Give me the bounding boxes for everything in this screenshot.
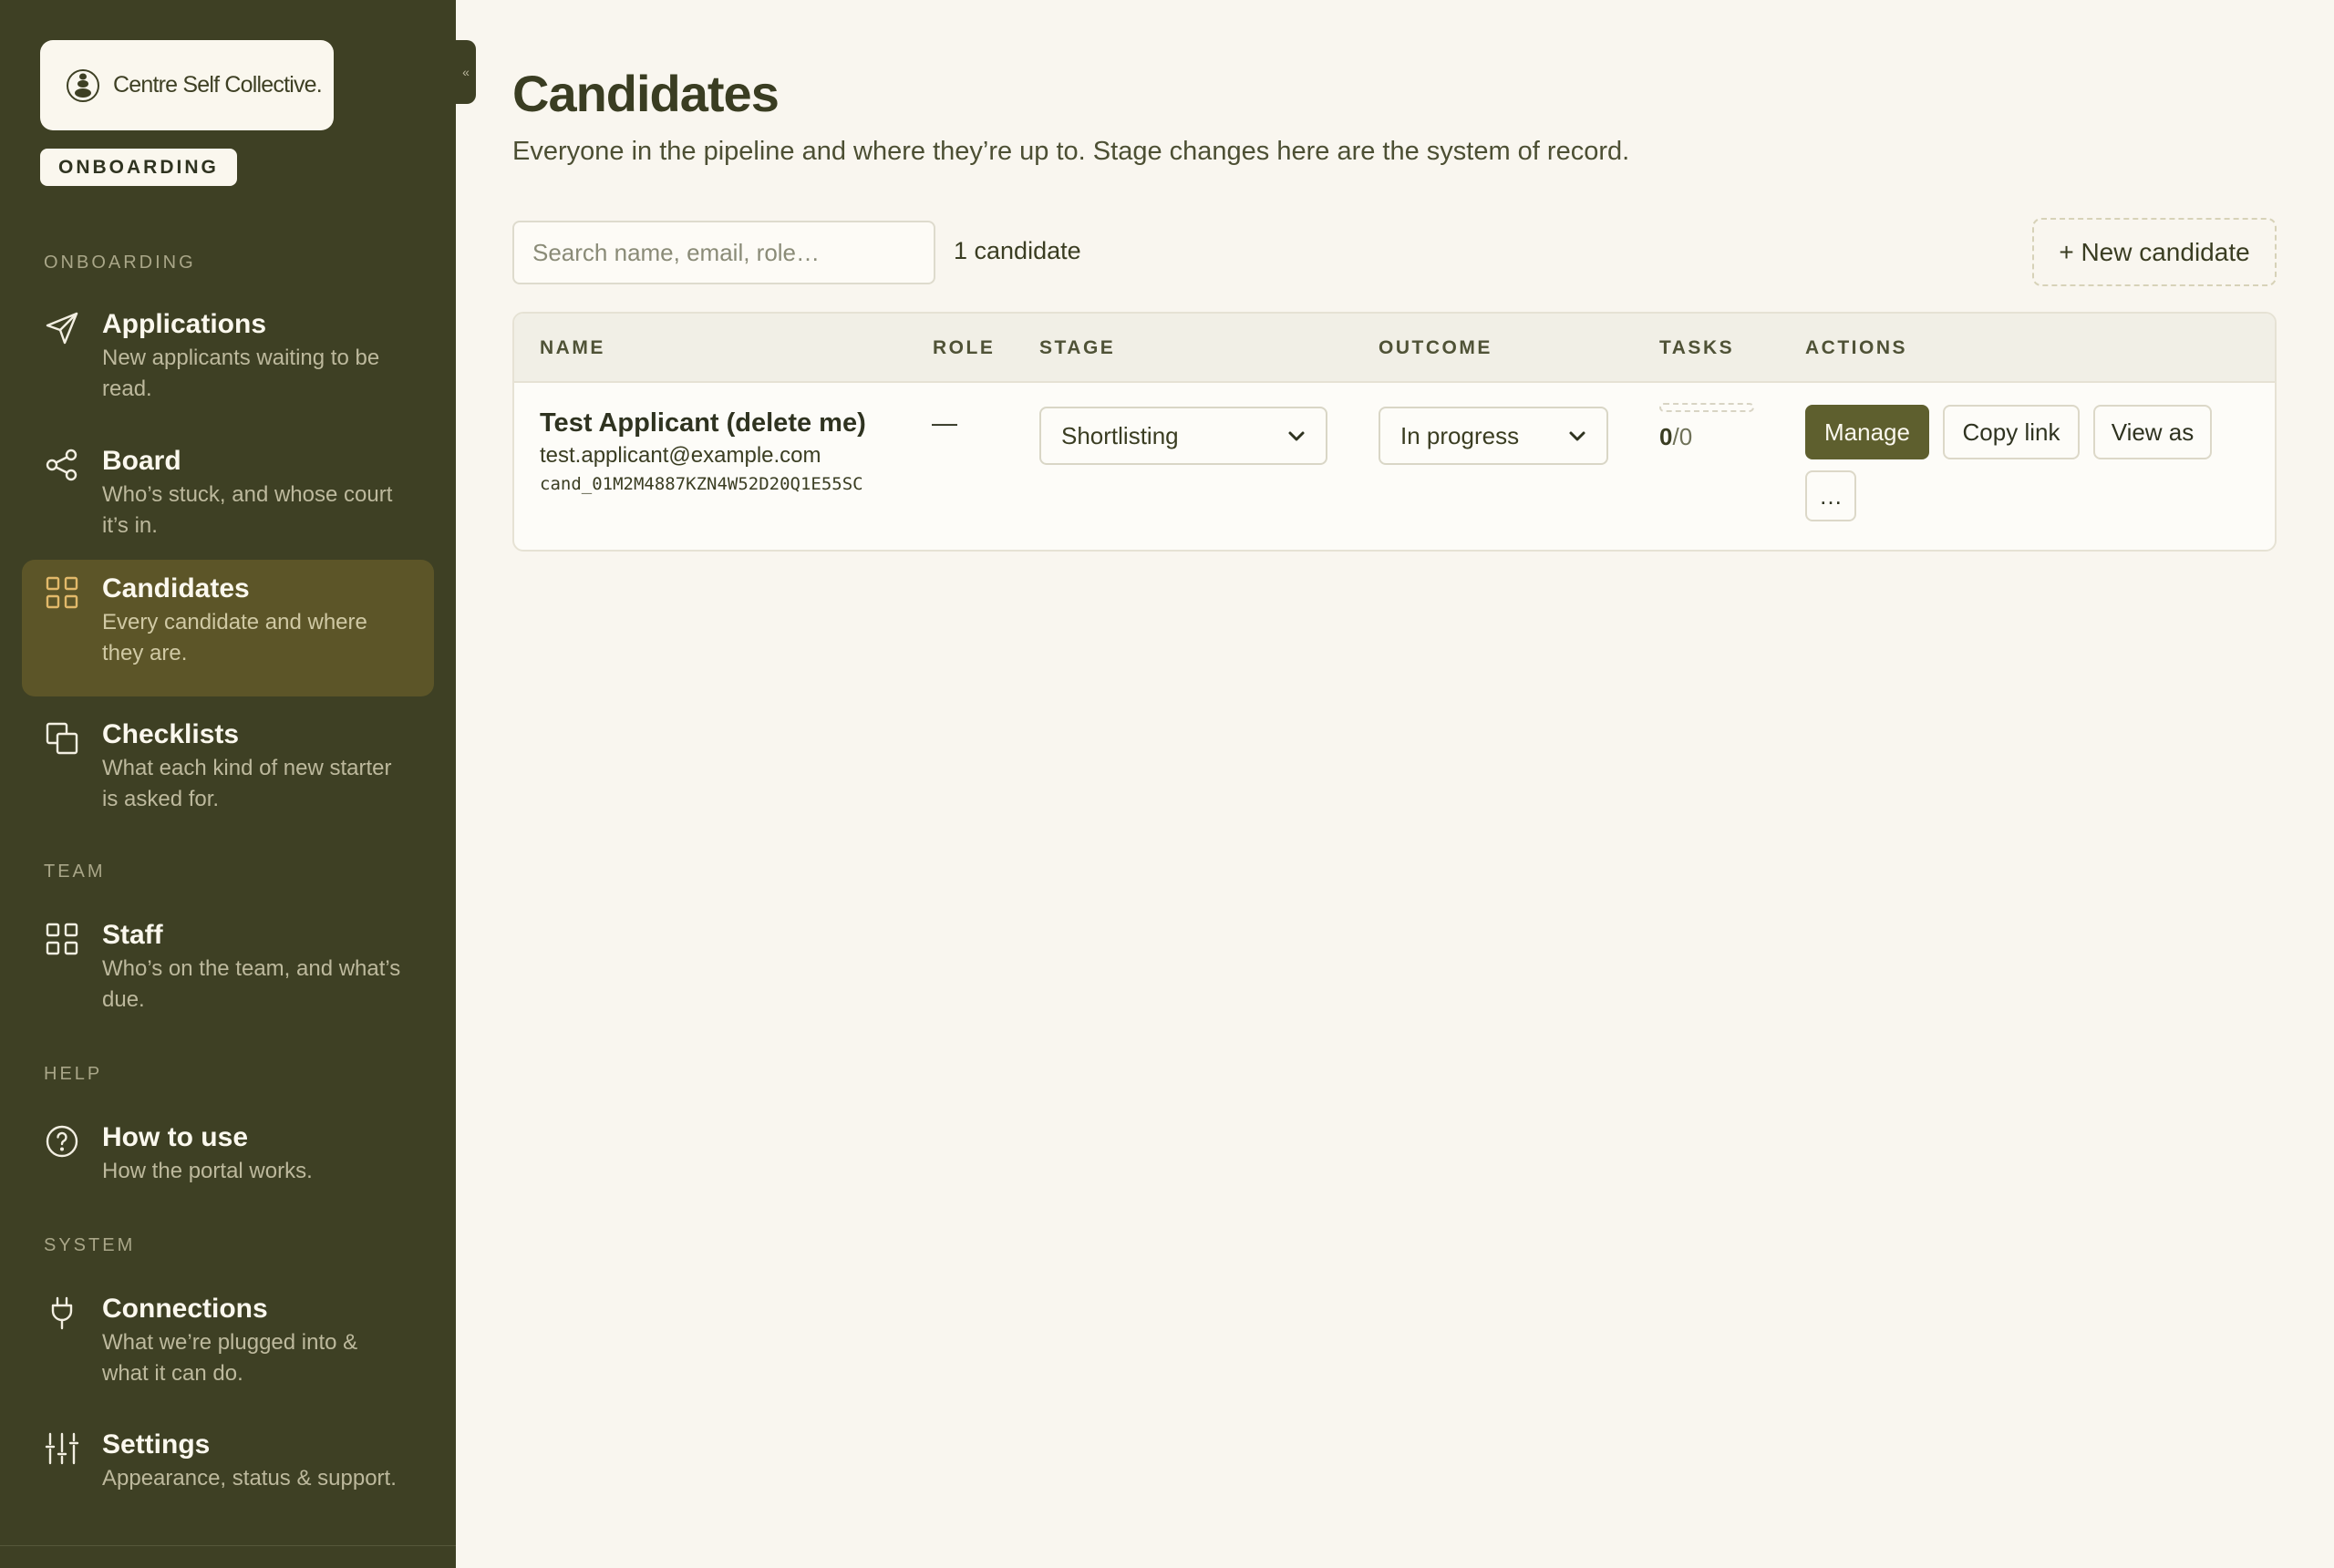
grid-icon [44, 921, 80, 957]
main-content: Candidates Everyone in the pipeline and … [456, 0, 2334, 1568]
column-header-stage[interactable]: STAGE [1039, 337, 1115, 359]
search-input[interactable] [512, 221, 935, 284]
sidebar-item-desc: What each kind of new starter is asked fo… [102, 756, 392, 811]
sidebar-item-settings[interactable]: Settings Appearance, status & support. [22, 1416, 434, 1507]
table-row: Test Applicant (delete me) test.applican… [514, 383, 2275, 550]
copy-link-button[interactable]: Copy link [1943, 405, 2080, 459]
sidebar-item-title: Board [102, 446, 181, 476]
sidebar-footer-divider [0, 1545, 456, 1546]
new-candidate-button[interactable]: + New candidate [2032, 218, 2277, 286]
sidebar-item-desc: What we’re plugged into & what it can do. [102, 1330, 358, 1386]
candidate-name[interactable]: Test Applicant (delete me) [540, 408, 866, 438]
sidebar-item-title: Staff [102, 920, 163, 950]
sidebar-item-candidates[interactable]: Candidates Every candidate and where they… [22, 560, 434, 696]
column-header-name[interactable]: NAME [540, 337, 605, 359]
sidebar-item-title: How to use [102, 1122, 249, 1152]
section-label-team: TEAM [44, 861, 106, 882]
candidates-table: NAME ROLE STAGE OUTCOME TASKS ACTIONS Te… [512, 312, 2277, 552]
candidate-role: — [932, 408, 957, 437]
more-actions-button[interactable]: … [1805, 470, 1856, 521]
sidebar-item-title: Connections [102, 1294, 268, 1324]
chevron-down-icon [1569, 431, 1585, 441]
tasks-progress-bar [1659, 403, 1754, 412]
sidebar-item-title: Candidates [102, 573, 250, 603]
column-header-actions: ACTIONS [1805, 337, 1907, 358]
stage-select[interactable]: Shortlisting [1039, 407, 1327, 465]
sidebar-item-checklists[interactable]: Checklists What each kind of new starter… [22, 706, 434, 828]
section-label-help: HELP [44, 1064, 103, 1084]
chevron-down-icon [1288, 431, 1305, 441]
section-label-onboarding: ONBOARDING [44, 253, 196, 273]
grid-icon [44, 574, 80, 611]
tasks-progress: 0/0 [1659, 403, 1754, 451]
candidate-count: 1 candidate [954, 237, 1081, 264]
stacked-stones-logo-icon [66, 63, 100, 108]
sidebar-item-desc: Who’s stuck, and whose court it’s in. [102, 482, 393, 538]
outcome-select-value: In progress [1400, 421, 1520, 449]
page-subtitle: Everyone in the pipeline and where they’… [512, 137, 1630, 166]
sidebar-item-desc: How the portal works. [102, 1159, 313, 1183]
column-header-tasks[interactable]: TASKS [1659, 337, 1734, 359]
brand-name: Centre Self Collective. [113, 72, 323, 98]
sidebar-item-how-to-use[interactable]: How to use How the portal works. [22, 1109, 434, 1200]
sidebar-item-desc: Who’s on the team, and what’s due. [102, 956, 401, 1012]
manage-button[interactable]: Manage [1805, 405, 1929, 459]
stage-select-value: Shortlisting [1061, 421, 1179, 449]
sidebar: Centre Self Collective. ONBOARDING ONBOA… [0, 0, 456, 1568]
sidebar-item-title: Settings [102, 1429, 211, 1460]
section-label-system: SYSTEM [44, 1235, 136, 1255]
sidebar-item-desc: Every candidate and where they are. [102, 610, 367, 665]
copy-icon [44, 720, 80, 757]
environment-badge: ONBOARDING [40, 149, 237, 186]
send-icon [44, 310, 80, 346]
candidate-id: cand_01M2M4887KZN4W52D20Q1E55SC [540, 474, 863, 494]
column-header-role[interactable]: ROLE [933, 337, 995, 359]
sidebar-item-staff[interactable]: Staff Who’s on the team, and what’s due. [22, 906, 434, 1028]
sidebar-item-connections[interactable]: Connections What we’re plugged into & wha… [22, 1280, 434, 1402]
tasks-count: 0/0 [1659, 423, 1693, 450]
page-title: Candidates [512, 65, 780, 122]
outcome-select[interactable]: In progress [1379, 407, 1608, 465]
sidebar-item-applications[interactable]: Applications New applicants waiting to b… [22, 295, 434, 418]
column-header-outcome[interactable]: OUTCOME [1379, 337, 1492, 359]
sidebar-item-board[interactable]: Board Who’s stuck, and whose court it’s i… [22, 432, 434, 554]
table-header: NAME ROLE STAGE OUTCOME TASKS ACTIONS [514, 314, 2275, 383]
help-circle-icon [44, 1123, 80, 1160]
candidate-email: test.applicant@example.com [540, 443, 821, 468]
plug-icon [44, 1295, 80, 1331]
brand-logo[interactable]: Centre Self Collective. [40, 40, 334, 130]
sidebar-item-desc: Appearance, status & support. [102, 1466, 397, 1491]
view-as-button[interactable]: View as [2093, 405, 2212, 459]
sidebar-item-title: Checklists [102, 719, 240, 749]
sidebar-item-desc: New applicants waiting to be read. [102, 346, 380, 401]
share-icon [44, 447, 80, 483]
sidebar-item-title: Applications [102, 309, 267, 339]
sliders-icon [44, 1430, 80, 1467]
